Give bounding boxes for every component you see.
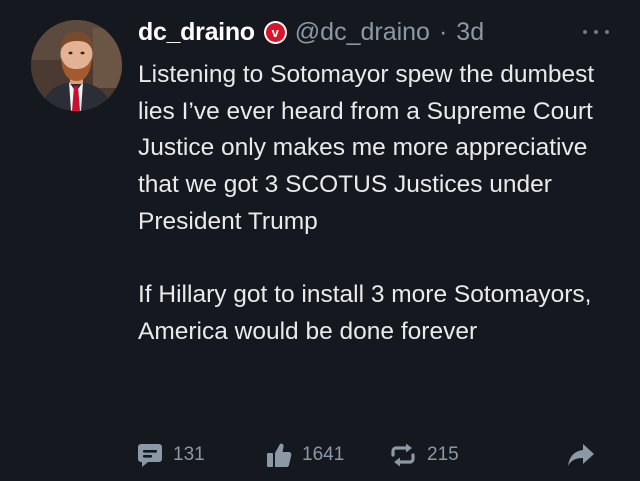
action-bar: 131 1641 215 [0, 433, 640, 477]
repost-button[interactable]: 215 [389, 433, 459, 477]
post-paragraph: Listening to Sotomayor spew the dumbest … [138, 61, 595, 235]
post-text: Listening to Sotomayor spew the dumbest … [138, 57, 618, 351]
post-header: dc_draino v @dc_draino · 3d [138, 14, 484, 50]
verified-badge-letter: v [265, 22, 285, 42]
like-button[interactable]: 1641 [266, 433, 344, 477]
share-button[interactable] [567, 433, 595, 477]
verified-badge-icon: v [263, 20, 287, 44]
separator-dot: · [438, 17, 448, 46]
comment-icon [138, 444, 162, 467]
profile-photo [31, 20, 122, 111]
thumbs-up-icon [267, 443, 292, 467]
display-name[interactable]: dc_draino [138, 18, 255, 47]
user-handle[interactable]: @dc_draino [295, 18, 430, 47]
repost-count: 215 [427, 444, 459, 465]
more-horizontal-icon[interactable] [583, 24, 609, 40]
reply-count: 131 [173, 444, 205, 465]
like-count: 1641 [302, 444, 345, 465]
post-timestamp[interactable]: 3d [456, 18, 484, 47]
post-paragraph: If Hillary got to install 3 more Sotomay… [138, 281, 592, 345]
repost-icon [391, 443, 415, 467]
avatar[interactable] [31, 20, 122, 111]
share-arrow-icon [568, 444, 594, 466]
reply-button[interactable]: 131 [137, 433, 205, 477]
post-card: dc_draino v @dc_draino · 3d Listening to… [0, 0, 640, 481]
